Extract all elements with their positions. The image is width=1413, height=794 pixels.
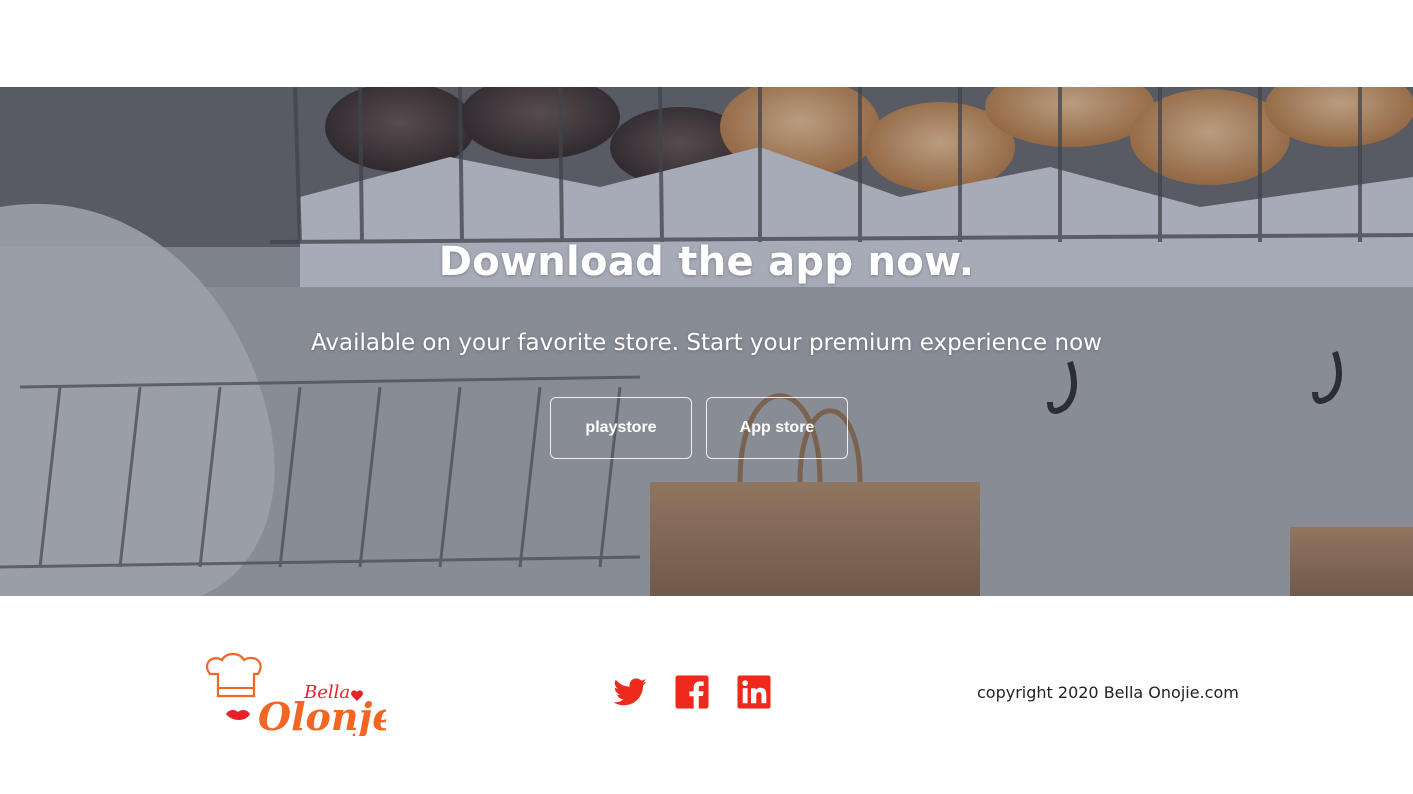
hero-subtitle: Available on your favorite store. Start … [311,330,1102,356]
linkedin-link[interactable] [736,674,772,710]
logo-graphic: Bella Olonje [206,652,396,739]
facebook-link[interactable] [674,674,710,710]
twitter-link[interactable] [612,674,648,710]
linkedin-icon [737,675,771,709]
download-hero: Download the app now. Available on your … [0,87,1413,596]
playstore-button[interactable]: playstore [550,397,692,459]
facebook-icon [675,675,709,709]
hero-content: Download the app now. Available on your … [0,87,1413,596]
page: Download the app now. Available on your … [0,0,1413,794]
twitter-icon [613,678,647,706]
logo-text-olonje: Olonje [258,694,386,736]
hero-title: Download the app now. [438,239,975,285]
footer: Bella Olonje copyright 2020 Bella Onojie… [0,596,1413,794]
top-blank-area [0,0,1413,87]
copyright-text: copyright 2020 Bella Onojie.com [977,683,1239,702]
appstore-button[interactable]: App store [706,397,848,459]
brand-logo[interactable]: Bella Olonje [200,652,396,739]
social-links [612,674,772,710]
